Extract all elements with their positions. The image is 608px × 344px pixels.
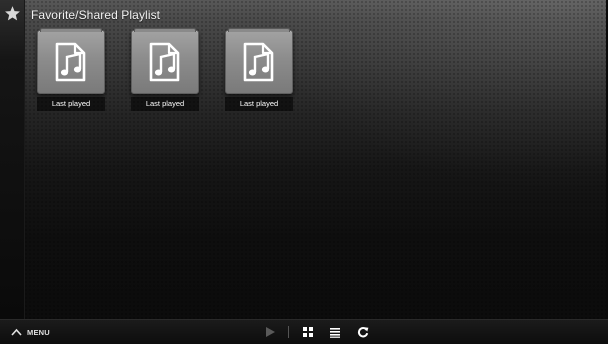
playlist-thumbnail (37, 28, 105, 94)
playlist-screen: Favorite/Shared Playlist Last played Las… (0, 0, 608, 344)
menu-button[interactable]: MENU (11, 325, 50, 339)
playlist-tile[interactable]: Last played (225, 28, 293, 114)
music-file-icon (243, 42, 274, 82)
grid-view-icon[interactable] (302, 326, 314, 338)
control-separator (288, 326, 289, 338)
list-view-icon[interactable] (329, 326, 341, 338)
bottom-control-bar: MENU (0, 319, 608, 344)
playlist-tile[interactable]: Last played (131, 28, 199, 114)
refresh-icon[interactable] (357, 326, 369, 338)
play-icon[interactable] (264, 326, 276, 338)
dot-texture (24, 0, 608, 320)
left-sidebar-strip (0, 0, 25, 320)
playlist-tile[interactable]: Last played (37, 28, 105, 114)
star-icon (5, 6, 20, 21)
playlist-thumbnail (131, 28, 199, 94)
playlist-label: Last played (131, 97, 199, 111)
playlist-label: Last played (225, 97, 293, 111)
playlist-thumbnail (225, 28, 293, 94)
music-file-icon (55, 42, 86, 82)
music-file-icon (149, 42, 180, 82)
playlist-label: Last played (37, 97, 105, 111)
menu-label: MENU (27, 327, 50, 337)
chevron-up-icon (11, 328, 22, 336)
page-title: Favorite/Shared Playlist (31, 8, 161, 22)
